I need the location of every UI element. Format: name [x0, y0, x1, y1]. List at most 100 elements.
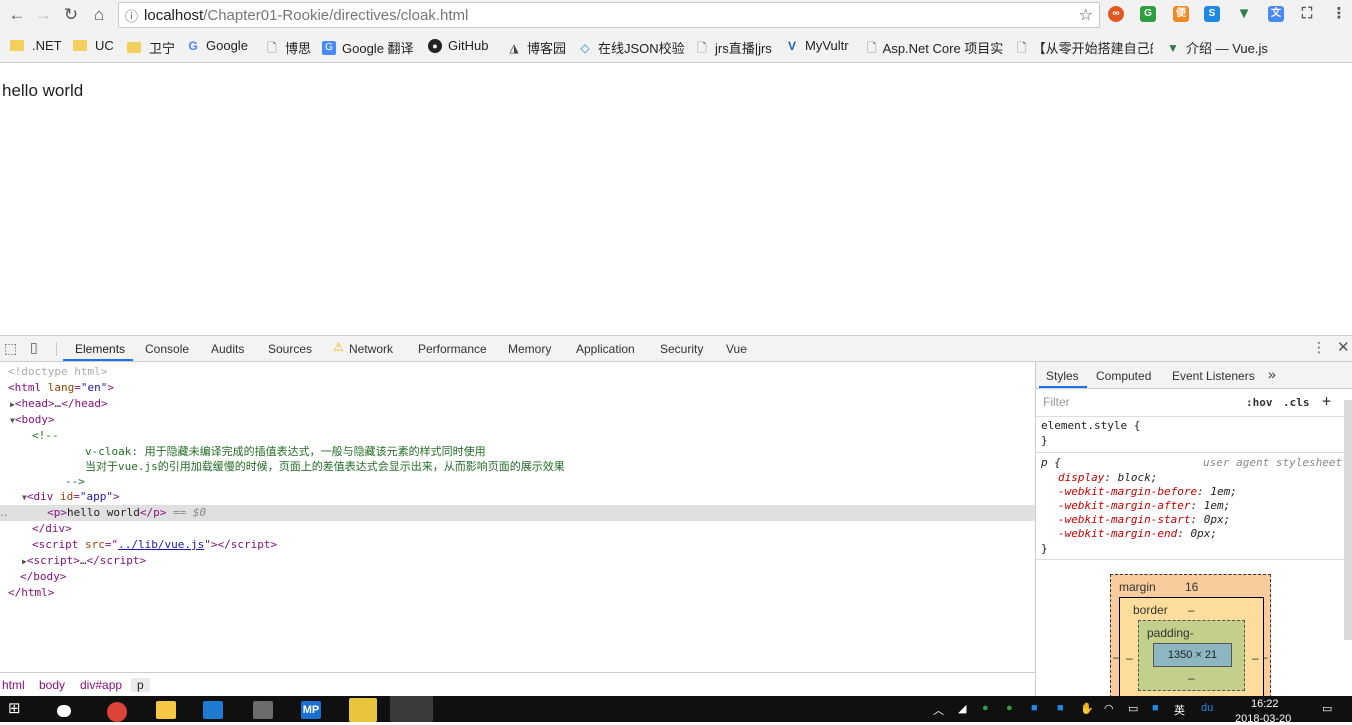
vscode-icon[interactable] [203, 701, 223, 719]
bookmark-item[interactable]: ◮ 博客园 [507, 38, 566, 57]
tab-sources[interactable]: Sources [268, 342, 312, 356]
border-left-value[interactable]: – [1126, 651, 1133, 665]
comment-open[interactable]: <!-- [32, 428, 59, 444]
padding-bottom-value[interactable]: – [1188, 671, 1195, 685]
add-rule-icon[interactable]: + [1322, 392, 1331, 410]
wifi-icon[interactable]: ◠ [1104, 702, 1114, 715]
box-model-padding[interactable]: padding- – 1350 × 21 [1138, 620, 1245, 691]
tray-overflow-icon[interactable]: ︿ [933, 702, 944, 718]
bookmark-item[interactable]: V MyVultr [785, 38, 849, 53]
bookmark-item[interactable]: ● GitHub [428, 38, 488, 53]
tab-vue[interactable]: Vue [726, 342, 747, 356]
more-options-icon[interactable]: ⋮ [1312, 339, 1326, 356]
div-close-node[interactable]: </div> [32, 521, 72, 537]
tray-icon[interactable]: ◢ [958, 702, 966, 715]
div-app-node[interactable]: ▼<div id="app"> [22, 489, 120, 505]
more-tabs-icon[interactable]: » [1268, 366, 1276, 382]
taskbar-app-icon[interactable] [390, 696, 433, 722]
breadcrumb-html[interactable]: html [2, 678, 25, 692]
mp-app-icon[interactable]: MP [301, 701, 321, 719]
extension-icon-3[interactable]: 便 [1173, 6, 1189, 22]
security-tray-icon[interactable]: ■ [1152, 702, 1159, 714]
box-model-border[interactable]: border – – – padding- – 1350 × 21 [1119, 597, 1264, 697]
chrome-icon[interactable] [107, 702, 127, 722]
clock-time[interactable]: 16:22 [1251, 698, 1279, 710]
tab-console[interactable]: Console [145, 342, 189, 356]
breadcrumb-p[interactable]: p [131, 678, 150, 692]
bookmark-star-icon[interactable]: ☆ [1079, 5, 1093, 25]
menu-icon[interactable]: ⋮ [1331, 6, 1347, 22]
body-close-node[interactable]: </body> [20, 569, 66, 585]
tab-memory[interactable]: Memory [508, 342, 551, 356]
translate-extension-icon[interactable]: 文 [1268, 6, 1284, 22]
bookmark-item[interactable]: 🗋 Asp.Net Core 项目实 [867, 38, 1003, 57]
close-devtools-icon[interactable]: ✕ [1337, 338, 1350, 356]
bookmark-item[interactable]: 🗋 【从零开始搭建自己的 [1017, 38, 1153, 57]
styles-filter-input[interactable]: Filter [1040, 392, 1236, 412]
fullscreen-icon[interactable]: ⛶ [1299, 6, 1315, 22]
script-src-link[interactable]: ../lib/vue.js [118, 538, 204, 551]
bookmark-item[interactable]: UC [73, 38, 114, 53]
tab-styles[interactable]: Styles [1046, 369, 1079, 383]
tab-elements[interactable]: Elements [75, 342, 125, 356]
sidebar-scrollbar[interactable] [1344, 400, 1352, 640]
bookmark-item[interactable]: 🗋 jrs直播|jrs [695, 38, 772, 57]
reload-button[interactable]: ↻ [58, 2, 84, 28]
border-value[interactable]: – [1188, 603, 1195, 617]
script-vue-node[interactable]: <script src="../lib/vue.js"></script> [32, 537, 277, 553]
wechat-tray-icon[interactable]: ● [1006, 702, 1013, 714]
element-style-rule[interactable]: element.style { [1041, 419, 1140, 432]
script-inline-node[interactable]: ▶<script>…</script> [22, 553, 146, 569]
home-button[interactable]: ⌂ [86, 2, 112, 28]
tray-icon[interactable]: ✋ [1080, 702, 1094, 715]
breadcrumb-div-app[interactable]: div#app [80, 678, 122, 692]
bookmark-item[interactable]: G Google 翻译 [322, 38, 414, 57]
p-node-selected[interactable]: ‥ <p>hello world</p> == $0 [0, 505, 206, 521]
bookmark-item[interactable]: G Google [186, 38, 248, 53]
extension-icon-2[interactable]: G [1140, 6, 1156, 22]
hov-toggle[interactable]: :hov [1246, 396, 1273, 409]
cls-toggle[interactable]: .cls [1283, 396, 1310, 409]
box-model-content[interactable]: 1350 × 21 [1153, 643, 1232, 667]
tray-icon[interactable]: ● [982, 702, 989, 714]
html-close-node[interactable]: </html> [8, 585, 54, 601]
baidu-tray-icon[interactable]: du [1201, 702, 1213, 714]
tab-audits[interactable]: Audits [211, 342, 244, 356]
tab-event-listeners[interactable]: Event Listeners [1172, 369, 1255, 383]
inspect-element-icon[interactable]: ⬚ [4, 340, 17, 357]
cortana-icon[interactable] [57, 705, 71, 717]
ime-indicator[interactable]: 英 [1174, 702, 1185, 718]
battery-icon[interactable]: ▭ [1128, 702, 1138, 715]
address-bar[interactable]: ⓘ localhost/Chapter01-Rookie/directives/… [118, 2, 1100, 28]
body-node[interactable]: ▼<body> [10, 412, 55, 428]
tab-performance[interactable]: Performance [418, 342, 487, 356]
extension-icon-1[interactable]: ∞ [1108, 6, 1124, 22]
doctype-node[interactable]: <!doctype html> [8, 364, 107, 380]
clock-date[interactable]: 2018-03-20 [1235, 713, 1291, 725]
html-node[interactable]: <html lang="en"> [8, 380, 114, 396]
bookmark-item[interactable]: 卫宁 [127, 38, 175, 57]
bookmark-item[interactable]: 🗋 博思 [265, 38, 311, 57]
tray-icon[interactable]: ■ [1031, 702, 1038, 714]
tab-computed[interactable]: Computed [1096, 369, 1151, 383]
tab-security[interactable]: Security [660, 342, 703, 356]
box-model-margin[interactable]: margin 16 – – border – – – padding- – 13… [1110, 574, 1271, 698]
tab-application[interactable]: Application [576, 342, 635, 356]
notification-icon[interactable]: ▭ [1322, 702, 1332, 715]
bookmark-item[interactable]: ◇ 在线JSON校验 [578, 38, 684, 57]
taskbar-app-icon[interactable] [349, 698, 377, 722]
head-node[interactable]: ▶<head>…</head> [10, 396, 108, 412]
margin-value[interactable]: 16 [1185, 580, 1198, 594]
device-toolbar-icon[interactable]: ▯ [30, 339, 38, 356]
info-icon[interactable]: ⓘ [125, 6, 138, 25]
git-icon[interactable] [253, 701, 273, 719]
forward-button[interactable]: → [30, 2, 56, 28]
windows-start-icon[interactable]: ⊞ [8, 699, 28, 717]
back-button[interactable]: ← [4, 2, 30, 28]
file-explorer-icon[interactable] [156, 701, 176, 719]
vue-devtools-icon[interactable]: ▼ [1236, 6, 1252, 22]
tab-network[interactable]: Network [349, 342, 393, 356]
extension-icon-4[interactable]: S [1204, 6, 1220, 22]
bookmark-item[interactable]: .NET [10, 38, 62, 53]
p-selector[interactable]: p { [1041, 456, 1061, 469]
